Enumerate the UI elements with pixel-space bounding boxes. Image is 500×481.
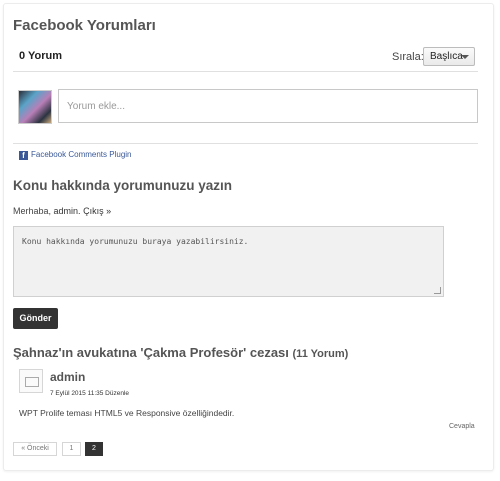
- comment-avatar: [19, 369, 43, 393]
- sort-label: Sırala:: [392, 51, 424, 63]
- comment-date[interactable]: 7 Eylül 2015 11:35 Düzenle: [50, 390, 129, 397]
- page-2-button: 2: [85, 442, 103, 456]
- comment-textarea[interactable]: Konu hakkında yorumunuzu buraya yazabili…: [13, 226, 444, 297]
- sort-value: Başlıca: [430, 51, 463, 62]
- facebook-plugin-label: Facebook Comments Plugin: [31, 150, 132, 159]
- divider: [13, 71, 478, 72]
- comments-heading: Şahnaz'ın avukatına 'Çakma Profesör' cez…: [13, 345, 348, 360]
- divider: [13, 143, 478, 144]
- textarea-placeholder: Konu hakkında yorumunuzu buraya yazabili…: [22, 237, 249, 246]
- comment-author[interactable]: admin: [50, 370, 85, 384]
- reply-title: Konu hakkında yorumunuzu yazın: [13, 178, 233, 193]
- reply-link[interactable]: Cevapla: [449, 423, 475, 430]
- comment-body: WPT Prolife teması HTML5 ve Responsive ö…: [19, 408, 235, 418]
- avatar-placeholder-icon: [25, 377, 39, 387]
- user-avatar: [18, 90, 52, 124]
- greeting-text: Merhaba,: [13, 206, 52, 216]
- sort-dropdown[interactable]: Başlıca: [423, 47, 475, 66]
- previous-page-button[interactable]: « Önceki: [13, 442, 57, 456]
- post-title: Şahnaz'ın avukatına 'Çakma Profesör' cez…: [13, 345, 289, 360]
- logged-in-as: Merhaba, admin. Çıkış »: [13, 206, 111, 216]
- facebook-icon: f: [19, 151, 28, 160]
- comment-total: (11 Yorum): [292, 348, 349, 360]
- logout-link[interactable]: Çıkış »: [83, 206, 111, 216]
- facebook-comments-title: Facebook Yorumları: [13, 17, 156, 34]
- submit-button[interactable]: Gönder: [13, 308, 58, 329]
- page-1-button[interactable]: 1: [62, 442, 81, 456]
- facebook-comment-input[interactable]: Yorum ekle...: [58, 89, 478, 123]
- chevron-down-icon: [461, 55, 469, 59]
- facebook-plugin-link[interactable]: f Facebook Comments Plugin: [19, 150, 132, 160]
- profile-link[interactable]: admin.: [54, 206, 81, 216]
- resize-handle-icon[interactable]: [434, 287, 441, 294]
- comment-count: 0 Yorum: [19, 50, 62, 62]
- comment-input-placeholder: Yorum ekle...: [67, 101, 125, 112]
